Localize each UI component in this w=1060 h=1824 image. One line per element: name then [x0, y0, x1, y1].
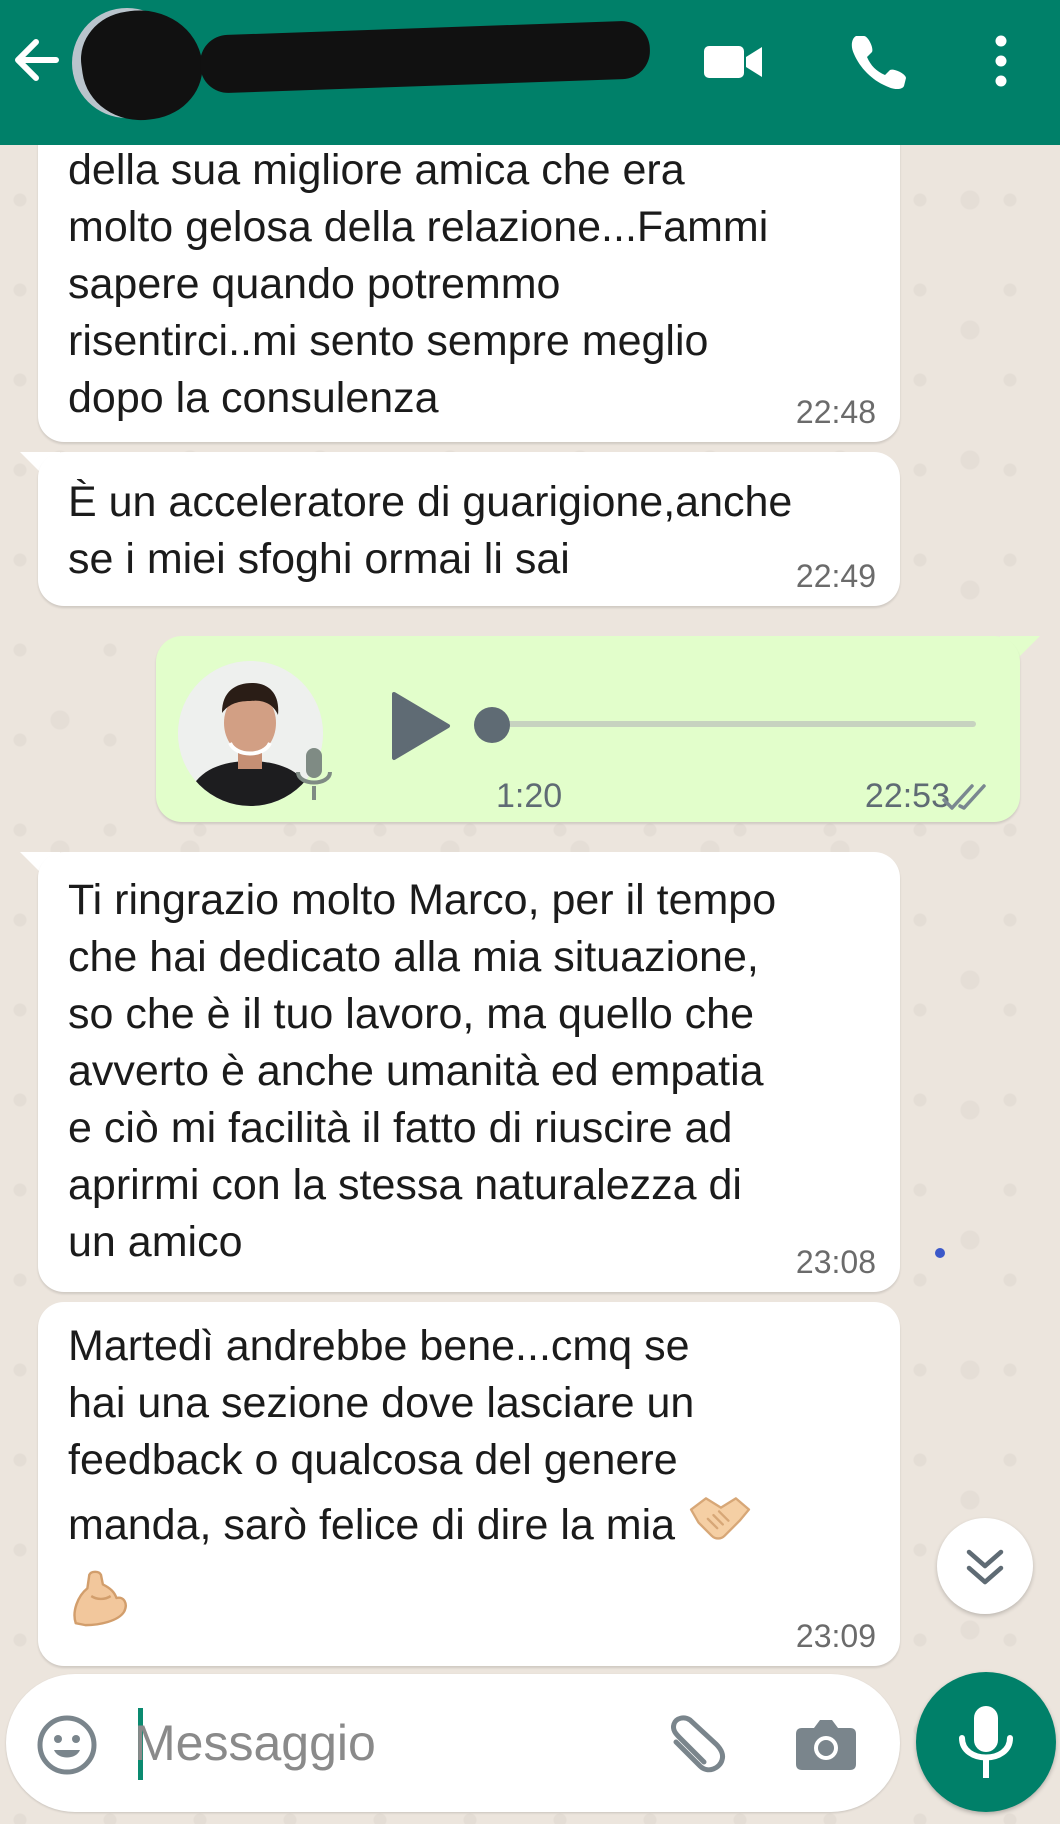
- message-text: della sua migliore amica che era molto g…: [68, 146, 769, 422]
- scroll-to-bottom-button[interactable]: [937, 1518, 1033, 1614]
- message-time: 23:08: [795, 1244, 876, 1280]
- message-text: Ti ringrazio molto Marco, per il tempo c…: [68, 876, 777, 1266]
- chat-header: [0, 0, 1060, 145]
- message-composer: [6, 1674, 900, 1812]
- message-line: hai una sezione dove lasciare un: [68, 1379, 695, 1427]
- emoji-line: [68, 1559, 870, 1639]
- more-options-icon[interactable]: [968, 28, 1034, 94]
- voice-record-button[interactable]: [916, 1672, 1056, 1812]
- voice-progress-track[interactable]: [476, 721, 976, 727]
- message-text: È un acceleratore di guarigione,anche se…: [68, 478, 793, 583]
- video-call-icon[interactable]: [700, 28, 766, 94]
- message-time: 22:49: [795, 558, 876, 594]
- camera-icon[interactable]: [794, 1712, 858, 1774]
- voice-progress-knob[interactable]: [474, 707, 510, 743]
- message-line: feedback o qualcosa del genere: [68, 1436, 678, 1484]
- emoji-icon[interactable]: [36, 1714, 98, 1776]
- dot-marker: [935, 1248, 945, 1258]
- message-line: manda, sarò felice di dire la mia: [68, 1500, 676, 1549]
- message-time: 22:48: [795, 394, 876, 430]
- double-chevron-down-icon: [966, 1549, 1004, 1585]
- message-time: 23:09: [795, 1618, 876, 1654]
- microphone-icon: [959, 1706, 1013, 1778]
- message-line: Martedì andrebbe bene...cmq se: [68, 1322, 690, 1370]
- message-bubble-incoming[interactable]: È un acceleratore di guarigione,anche se…: [38, 452, 900, 606]
- play-icon[interactable]: [384, 688, 456, 764]
- message-line-with-emoji: manda, sarò felice di dire la mia: [68, 1489, 870, 1559]
- voice-call-icon[interactable]: [846, 28, 912, 94]
- voice-duration: 1:20: [496, 777, 563, 815]
- attach-paperclip-icon[interactable]: [662, 1712, 732, 1778]
- message-bubble-incoming[interactable]: Ti ringrazio molto Marco, per il tempo c…: [38, 852, 900, 1292]
- message-text: Martedì andrebbe bene...cmq se hai una s…: [68, 1318, 870, 1639]
- back-arrow-icon[interactable]: [10, 30, 64, 90]
- message-bubble-incoming[interactable]: della sua migliore amica che era molto g…: [38, 100, 900, 442]
- message-bubble-incoming[interactable]: Martedì andrebbe bene...cmq se hai una s…: [38, 1302, 900, 1666]
- message-time: 22:53: [864, 777, 950, 815]
- handshake-emoji-icon: [687, 1489, 753, 1566]
- read-receipt-icon: [942, 772, 992, 810]
- voice-message-bubble[interactable]: 1:20 22:53: [156, 636, 1020, 822]
- microphone-icon: [292, 744, 336, 804]
- message-input[interactable]: [134, 1702, 654, 1784]
- flexed-biceps-emoji-icon: [68, 1567, 130, 1644]
